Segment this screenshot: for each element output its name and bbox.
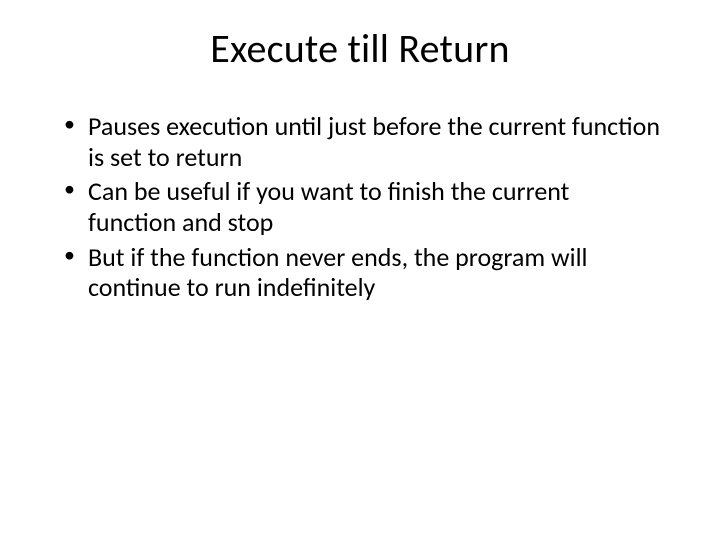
bullet-item: But if the function never ends, the prog… (60, 242, 660, 303)
slide-container: Execute till Return Pauses execution unt… (0, 0, 720, 540)
bullet-list: Pauses execution until just before the c… (60, 111, 660, 303)
bullet-item: Pauses execution until just before the c… (60, 111, 660, 172)
slide-title: Execute till Return (60, 24, 660, 73)
bullet-item: Can be useful if you want to finish the … (60, 176, 660, 237)
